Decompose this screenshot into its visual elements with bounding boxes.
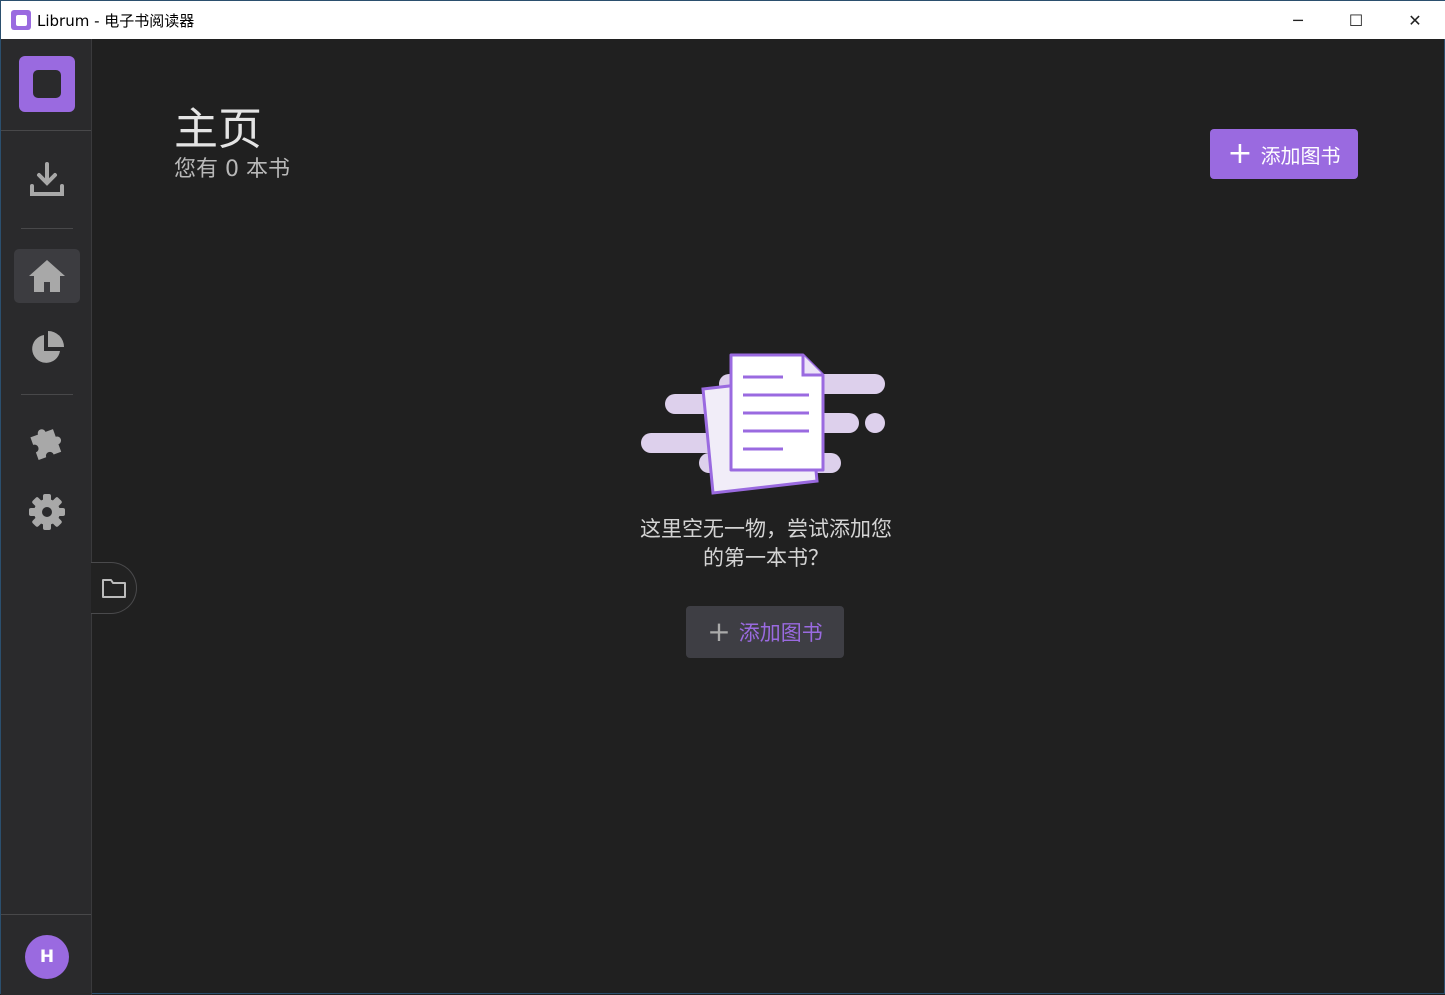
empty-message-line1: 这里空无一物，尝试添加您 xyxy=(640,517,892,541)
close-button[interactable]: ✕ xyxy=(1386,1,1444,39)
plus-icon: + xyxy=(1227,136,1253,171)
sidebar: H xyxy=(1,39,92,995)
folder-icon[interactable] xyxy=(91,562,137,614)
book-count: 您有 0 本书 xyxy=(174,157,290,182)
add-book-button[interactable]: + 添加图书 xyxy=(1210,129,1358,179)
empty-state-message: 这里空无一物，尝试添加您 的第一本书？ xyxy=(561,515,971,573)
user-avatar[interactable]: H xyxy=(25,935,69,979)
page-title: 主页 xyxy=(174,104,262,155)
title-bar: Librum - 电子书阅读器 ─ ☐ ✕ xyxy=(1,1,1445,39)
add-first-book-button[interactable]: + 添加图书 xyxy=(686,606,844,658)
add-book-label: 添加图书 xyxy=(1260,143,1341,168)
minimize-button[interactable]: ─ xyxy=(1269,1,1327,39)
download-icon[interactable] xyxy=(14,153,80,207)
librum-logo[interactable] xyxy=(19,56,75,112)
plus-icon: + xyxy=(707,615,731,648)
empty-message-line2: 的第一本书？ xyxy=(703,546,829,570)
statistics-icon[interactable] xyxy=(14,321,80,375)
window-title: Librum - 电子书阅读器 xyxy=(37,11,195,30)
add-first-book-label: 添加图书 xyxy=(738,621,823,645)
app-icon xyxy=(11,10,31,30)
maximize-button[interactable]: ☐ xyxy=(1327,1,1385,39)
home-icon[interactable] xyxy=(14,249,80,303)
settings-icon[interactable] xyxy=(14,485,80,539)
empty-documents-illustration xyxy=(641,353,885,495)
plugins-icon[interactable] xyxy=(14,413,80,467)
